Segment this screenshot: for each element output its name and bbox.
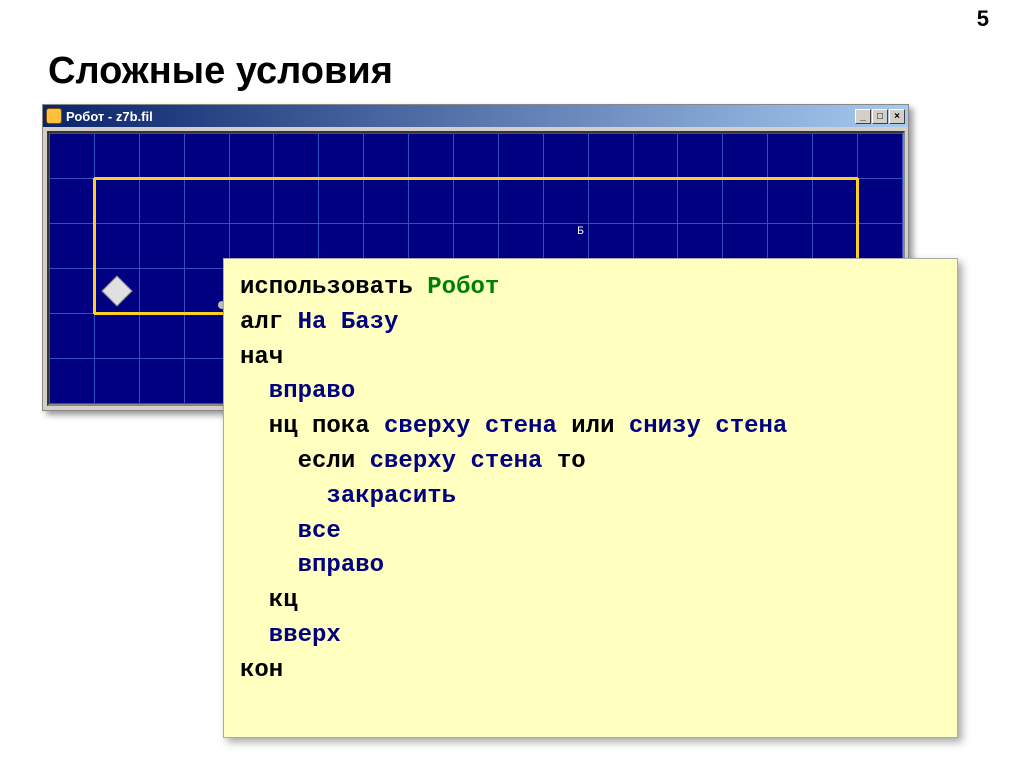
code-line: вправо — [240, 375, 941, 410]
robot-marker — [102, 275, 133, 306]
code-line: нц пока сверху стена или снизу стена — [240, 410, 941, 445]
code-line: вправо — [240, 549, 941, 584]
close-button[interactable]: × — [889, 109, 905, 124]
window-title: Робот - z7b.fil — [66, 109, 153, 124]
page-number: 5 — [977, 6, 989, 32]
code-line: алг На Базу — [240, 306, 941, 341]
code-line: использовать Робот — [240, 271, 941, 306]
code-line: закрасить — [240, 480, 941, 515]
robot-icon — [46, 108, 62, 124]
code-line: если сверху стена то — [240, 445, 941, 480]
maximize-button[interactable]: □ — [872, 109, 888, 124]
code-block: использовать Робот алг На Базу нач вправ… — [223, 258, 958, 738]
title-bar: Робот - z7b.fil _ □ × — [43, 105, 908, 127]
minimize-button[interactable]: _ — [855, 109, 871, 124]
code-line: кон — [240, 654, 941, 689]
slide-title: Сложные условия — [48, 50, 393, 93]
code-line: кц — [240, 584, 941, 619]
code-line: все — [240, 515, 941, 550]
code-line: нач — [240, 341, 941, 376]
code-line: вверх — [240, 619, 941, 654]
base-marker: Б — [577, 226, 584, 238]
